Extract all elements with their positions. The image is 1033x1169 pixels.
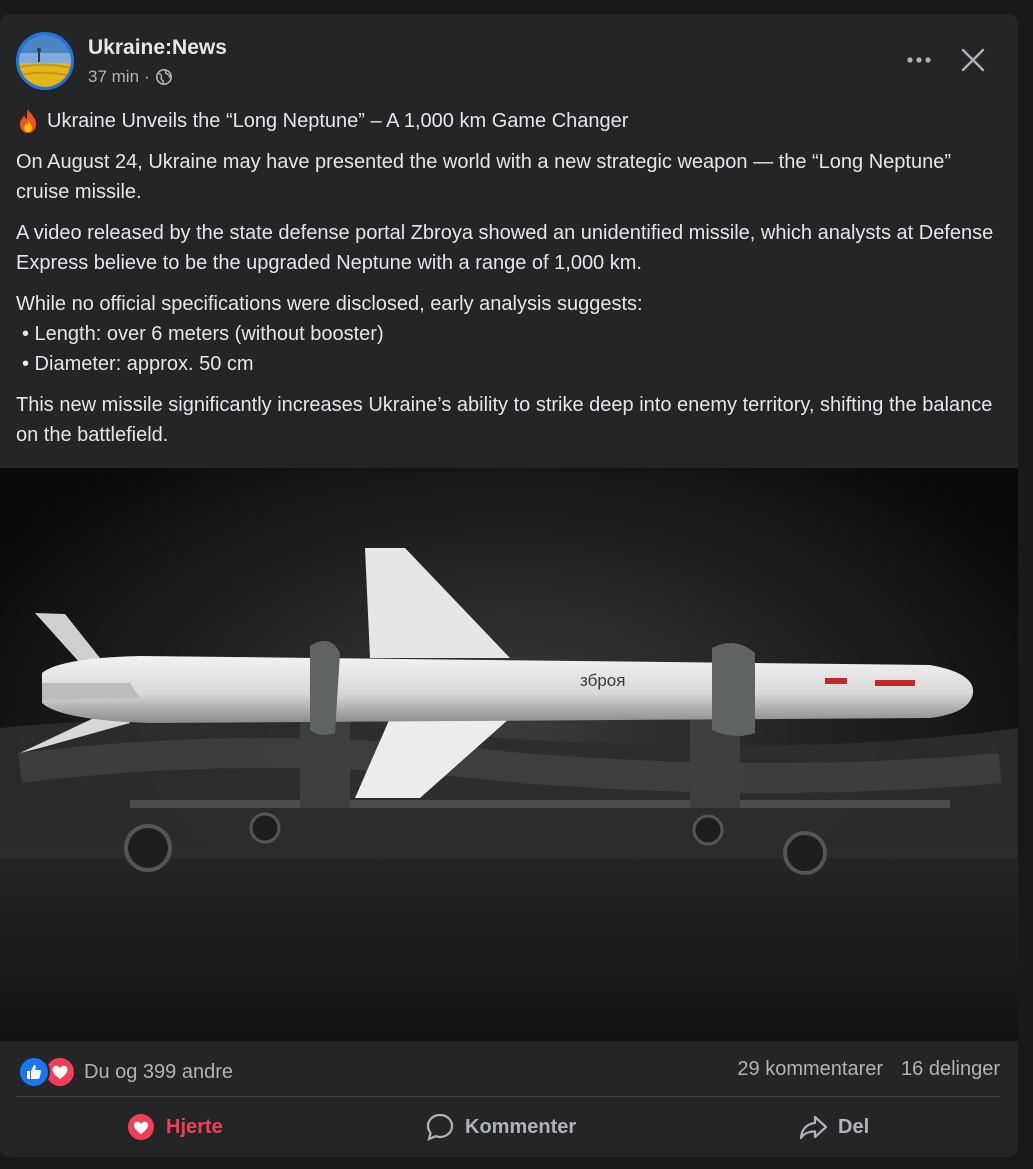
comment-icon bbox=[426, 1113, 454, 1141]
headline-text: Ukraine Unveils the “Long Neptune” – A 1… bbox=[47, 110, 629, 132]
comment-button[interactable]: Kommenter bbox=[425, 1109, 576, 1145]
reactions-count[interactable]: Du og 399 andre bbox=[84, 1061, 233, 1084]
divider bbox=[16, 1096, 1000, 1097]
close-button[interactable] bbox=[955, 42, 991, 78]
missile-photo: зброя bbox=[0, 468, 1018, 1041]
close-icon bbox=[961, 48, 985, 72]
like-icon bbox=[18, 1056, 50, 1088]
meta-separator: · bbox=[144, 67, 150, 86]
post-photo[interactable]: зброя bbox=[0, 468, 1018, 1041]
fire-emoji bbox=[20, 109, 36, 133]
engagement-counts: 29 kommentarer 16 delinger bbox=[737, 1058, 1000, 1081]
more-options-button[interactable] bbox=[900, 44, 938, 76]
post-meta: 37 min · bbox=[88, 67, 173, 87]
spec-bullet-diameter: • Diameter: approx. 50 cm bbox=[22, 353, 254, 375]
share-icon bbox=[799, 1115, 828, 1140]
post-body: Ukraine Unveils the “Long Neptune” – A 1… bbox=[16, 106, 1006, 461]
post-time[interactable]: 37 min bbox=[88, 67, 139, 87]
missile-label: зброя bbox=[580, 671, 625, 690]
page-name[interactable]: Ukraine:News bbox=[88, 36, 227, 60]
more-dots-icon bbox=[907, 57, 931, 63]
globe-icon[interactable] bbox=[155, 68, 173, 86]
comments-count[interactable]: 29 kommentarer bbox=[737, 1058, 883, 1081]
heart-reaction-button[interactable]: Hjerte bbox=[126, 1109, 223, 1145]
spec-bullet-length: • Length: over 6 meters (without booster… bbox=[22, 323, 384, 345]
share-label: Del bbox=[838, 1115, 870, 1138]
spec-intro: While no official specifications were di… bbox=[16, 293, 643, 315]
post-card: Ukraine:News 37 min · Ukraine Unveils th… bbox=[0, 14, 1018, 1157]
post-headline: Ukraine Unveils the “Long Neptune” – A 1… bbox=[16, 106, 1006, 136]
share-button[interactable]: Del bbox=[798, 1109, 869, 1145]
comment-label: Kommenter bbox=[465, 1115, 577, 1138]
paragraph-4: This new missile significantly increases… bbox=[16, 394, 993, 446]
heart-icon bbox=[128, 1114, 154, 1140]
paragraph-2: A video released by the state defense po… bbox=[16, 222, 994, 274]
paragraph-1: On August 24, Ukraine may have presented… bbox=[16, 151, 951, 203]
paragraph-3: While no official specifications were di… bbox=[16, 289, 1006, 379]
page-avatar[interactable] bbox=[16, 32, 74, 90]
reactions-summary[interactable]: Du og 399 andre bbox=[18, 1056, 233, 1088]
shares-count[interactable]: 16 delinger bbox=[901, 1058, 1000, 1081]
avatar-image bbox=[19, 35, 71, 87]
heart-label: Hjerte bbox=[166, 1115, 223, 1138]
